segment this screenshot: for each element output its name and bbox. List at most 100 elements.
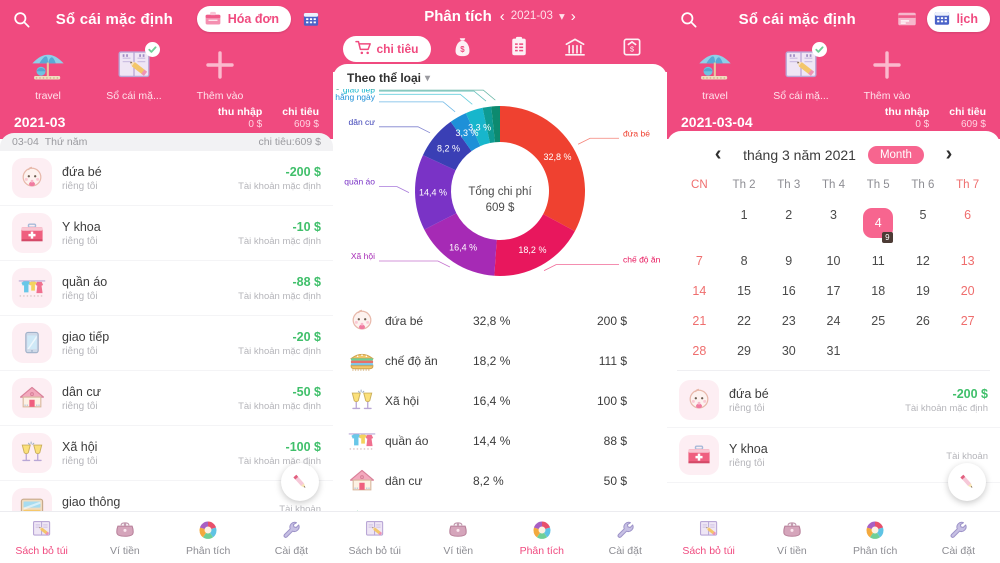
calendar-day-30[interactable]: 30 xyxy=(766,336,811,366)
calendar-weekday: Th 6 xyxy=(911,179,935,191)
calendar-day-28[interactable]: 28 xyxy=(677,336,722,366)
beach-umbrella-icon xyxy=(683,44,747,86)
nav-item-pie-chart[interactable]: Phân tích xyxy=(834,518,917,557)
calendar-toggle-button[interactable]: lịch xyxy=(927,6,990,32)
table-row[interactable]: Xã hội 16,4 % 100 $ xyxy=(333,381,667,421)
table-row[interactable]: giao tiếp riêng tôi -20 $ Tài khoản mặc địn… xyxy=(0,316,333,371)
calendar-day-19[interactable]: 19 xyxy=(901,276,946,306)
calendar-day-18[interactable]: 18 xyxy=(856,276,901,306)
transaction-amounts: -200 $ Tài khoản mặc định xyxy=(238,165,321,192)
invoice-button[interactable]: Hóa đơn xyxy=(196,6,291,32)
table-row[interactable]: đứa bé riêng tôi -200 $ Tài khoản mặc định xyxy=(0,151,333,206)
calendar-day-8[interactable]: 8 xyxy=(722,246,767,276)
tab-report[interactable] xyxy=(494,36,545,62)
nav-item-pie-chart[interactable]: Phân tích xyxy=(167,518,250,557)
calendar-day-3[interactable]: 3 xyxy=(811,200,856,246)
table-row[interactable]: chế độ ăn 18,2 % 111 $ xyxy=(333,341,667,381)
calendar-day-number: 2 xyxy=(785,208,793,222)
book-item-default-ledger[interactable]: Sổ cái mặ... xyxy=(769,42,833,102)
calendar-day-11[interactable]: 11 xyxy=(856,246,901,276)
income-title: thu nhập xyxy=(884,106,930,118)
group-by-selector[interactable]: Theo thể loại ▾ xyxy=(333,71,667,89)
nav-item-wrench[interactable]: Cài đặt xyxy=(584,518,668,557)
calendar-day-14[interactable]: 14 xyxy=(677,276,722,306)
book-item-add[interactable]: Thêm vào xyxy=(188,44,252,102)
calendar-day-25[interactable]: 25 xyxy=(856,306,901,336)
table-row[interactable]: quần áo 14,4 % 88 $ xyxy=(333,421,667,461)
search-icon[interactable] xyxy=(677,8,699,30)
calendar-day-10[interactable]: 10 xyxy=(811,246,856,276)
calendar-day-23[interactable]: 23 xyxy=(766,306,811,336)
nav-item-label: Cài đặt xyxy=(274,545,309,557)
nav-item-wallet[interactable]: Ví tiền xyxy=(83,518,166,557)
table-row[interactable]: đứa bé riêng tôi -200 $ Tài khoản mặc định xyxy=(667,373,1000,428)
caret-down-icon[interactable]: ▾ xyxy=(559,9,565,23)
nav-item-wallet[interactable]: Ví tiền xyxy=(417,518,501,557)
pie-callout-label: đứa bé xyxy=(623,128,650,138)
add-record-fab[interactable] xyxy=(948,463,986,501)
calendar-day-22[interactable]: 22 xyxy=(722,306,767,336)
tab-chi-tieu[interactable]: chi tiêu xyxy=(343,36,431,62)
chevron-left-icon[interactable]: ‹ xyxy=(500,9,505,24)
category-name: Xã hội xyxy=(385,394,420,408)
card-icon[interactable] xyxy=(895,7,919,31)
table-row[interactable]: đứa bé 32,8 % 200 $ xyxy=(333,301,667,341)
nav-item-notebook-pencil[interactable]: Sách bỏ túi xyxy=(667,518,750,557)
calendar-day-17[interactable]: 17 xyxy=(811,276,856,306)
add-record-fab[interactable] xyxy=(281,463,319,501)
nav-item-notebook-pencil[interactable]: Sách bỏ túi xyxy=(333,518,417,557)
calendar-day-6[interactable]: 6 xyxy=(945,200,990,246)
page-title: Sổ cái mặc định xyxy=(55,10,173,28)
nav-item-pie-chart[interactable]: Phân tích xyxy=(500,518,584,557)
calendar-day-21[interactable]: 21 xyxy=(677,306,722,336)
transaction-category: Xã hội xyxy=(62,439,98,454)
chevron-left-icon[interactable]: ‹ xyxy=(705,143,731,166)
book-item-travel[interactable]: travel xyxy=(683,44,747,102)
calendar-day-26[interactable]: 26 xyxy=(901,306,946,336)
search-icon[interactable] xyxy=(10,8,32,30)
period-selector[interactable]: ‹ 2021-03 ▾ › xyxy=(500,9,576,24)
table-row[interactable]: dân cư 8,2 % 50 $ xyxy=(333,461,667,501)
nav-item-notebook-pencil[interactable]: Sách bỏ túi xyxy=(0,518,83,557)
chevron-right-icon[interactable]: › xyxy=(936,143,962,166)
screen-analysis: Phân tích ‹ 2021-03 ▾ › chi tiêu $ $ The… xyxy=(333,0,667,563)
calendar-day-27[interactable]: 27 xyxy=(945,306,990,336)
pie-callout-label: giao thông xyxy=(335,89,375,90)
pie-callout-line xyxy=(577,137,619,145)
calendar-icon[interactable] xyxy=(299,7,323,31)
pie-callout-line xyxy=(379,126,431,134)
calendar-day-31[interactable]: 31 xyxy=(811,336,856,366)
calendar-day-15[interactable]: 15 xyxy=(722,276,767,306)
calendar-day-1[interactable]: 1 xyxy=(722,200,767,246)
nav-item-wallet[interactable]: Ví tiền xyxy=(750,518,833,557)
calendar-day-5[interactable]: 5 xyxy=(901,200,946,246)
calendar-day-13[interactable]: 13 xyxy=(945,246,990,276)
book-item-add[interactable]: Thêm vào xyxy=(855,44,919,102)
calendar-day-4[interactable]: 49 xyxy=(856,200,901,246)
tab-assets[interactable] xyxy=(550,36,601,62)
tab-income[interactable]: $ xyxy=(437,36,488,62)
nav-item-wrench[interactable]: Cài đặt xyxy=(917,518,1000,557)
income-value: 0 $ xyxy=(915,119,930,130)
table-row[interactable]: dân cư riêng tôi -50 $ Tài khoản mặc định xyxy=(0,371,333,426)
calendar-day-20[interactable]: 20 xyxy=(945,276,990,306)
nav-item-wrench[interactable]: Cài đặt xyxy=(250,518,333,557)
transaction-info: dân cư riêng tôi xyxy=(62,385,228,412)
calendar-day-7[interactable]: 7 xyxy=(677,246,722,276)
chevron-right-icon[interactable]: › xyxy=(571,9,576,24)
calendar-day-16[interactable]: 16 xyxy=(766,276,811,306)
calendar-day-12[interactable]: 12 xyxy=(901,246,946,276)
calendar-day-2[interactable]: 2 xyxy=(766,200,811,246)
table-row[interactable]: Y khoa riêng tôi -10 $ Tài khoản mặc định xyxy=(0,206,333,261)
transaction-amount: -200 $ xyxy=(285,164,321,179)
view-mode-button[interactable]: Month xyxy=(867,145,924,164)
book-item-travel[interactable]: travel xyxy=(16,44,80,102)
book-label: Sổ cái mặ... xyxy=(106,90,162,102)
book-label: travel xyxy=(35,90,61,102)
book-item-default-ledger[interactable]: Sổ cái mặ... xyxy=(102,42,166,102)
calendar-day-9[interactable]: 9 xyxy=(766,246,811,276)
table-row[interactable]: quần áo riêng tôi -88 $ Tài khoản mặc định xyxy=(0,261,333,316)
tab-liabilities[interactable]: $ xyxy=(607,36,658,62)
calendar-day-24[interactable]: 24 xyxy=(811,306,856,336)
calendar-day-29[interactable]: 29 xyxy=(722,336,767,366)
